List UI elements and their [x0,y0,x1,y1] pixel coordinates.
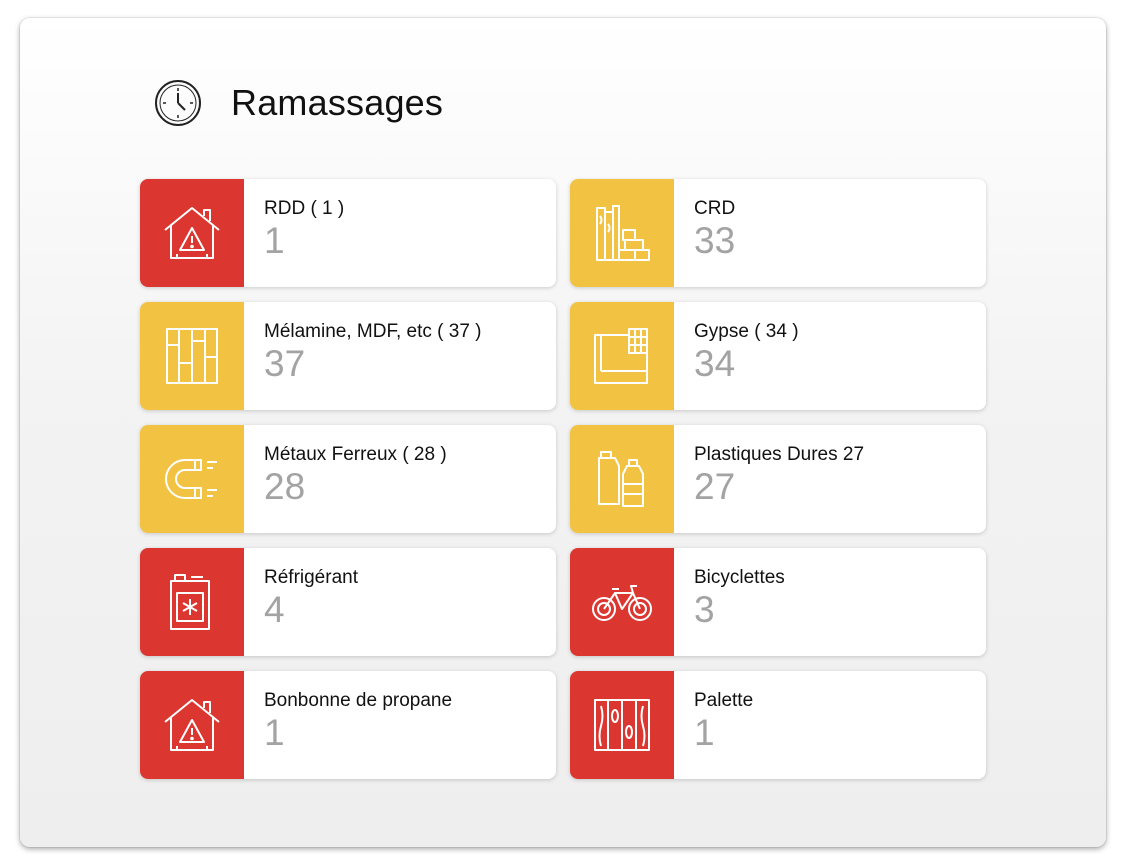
magnet-icon [165,459,217,499]
card-count: 37 [264,343,306,384]
card-crd[interactable]: CRD 33 [570,179,986,287]
wood-pallet-icon [594,699,650,751]
card-tile [140,302,244,410]
page-header: Ramassages [153,76,443,130]
card-tile [140,671,244,779]
page-title: Ramassages [231,82,444,123]
refrigerant-jerrycan-icon [170,574,210,630]
card-palette[interactable]: Palette 1 [570,671,986,779]
card-metaux-ferreux[interactable]: Métaux Ferreux ( 28 ) 28 [140,425,556,533]
card-tile [570,548,674,656]
card-count: 1 [264,220,285,261]
card-label: Métaux Ferreux ( 28 ) [264,444,447,465]
card-count: 3 [694,589,715,630]
pickups-panel: Ramassages RDD ( 1 ) 1 CRD 33 Mélamine, … [133,18,995,847]
plastic-bottles-icon [598,451,644,507]
bricks-wood-icon [596,205,650,261]
card-count: 1 [694,712,715,753]
card-plastiques-dures[interactable]: Plastiques Dures 27 27 [570,425,986,533]
card-label: Gypse ( 34 ) [694,321,799,342]
hazard-house-icon [164,207,220,259]
card-label: CRD [694,198,736,219]
card-label: RDD ( 1 ) [264,198,345,219]
pickup-grid: RDD ( 1 ) 1 CRD 33 Mélamine, MDF, etc (… [140,179,986,779]
card-count: 28 [264,466,306,507]
card-label: Mélamine, MDF, etc ( 37 ) [264,321,482,342]
card-melamine[interactable]: Mélamine, MDF, etc ( 37 ) 37 [140,302,556,410]
card-tile [570,671,674,779]
card-label: Bonbonne de propane [264,690,453,711]
card-tile [140,179,244,287]
drywall-icon [594,328,648,384]
card-label: Réfrigérant [264,567,358,588]
clock-icon [155,80,201,126]
card-count: 4 [264,589,285,630]
card-refrigerant[interactable]: Réfrigérant 4 [140,548,556,656]
card-tile [140,548,244,656]
card-gypse[interactable]: Gypse ( 34 ) 34 [570,302,986,410]
wood-panels-icon [166,328,218,384]
card-tile [570,425,674,533]
card-label: Plastiques Dures 27 [694,444,865,465]
app-window: Ramassages RDD ( 1 ) 1 CRD 33 Mélamine, … [20,18,1106,847]
card-tile [570,179,674,287]
card-tile [140,425,244,533]
card-bicyclettes[interactable]: Bicyclettes 3 [570,548,986,656]
card-count: 27 [694,466,736,507]
card-label: Palette [694,690,754,711]
card-label: Bicyclettes [694,567,785,588]
card-count: 34 [694,343,736,384]
card-tile [570,302,674,410]
card-count: 33 [694,220,736,261]
card-rdd[interactable]: RDD ( 1 ) 1 [140,179,556,287]
bicycle-icon [592,585,652,621]
card-bonbonne-propane[interactable]: Bonbonne de propane 1 [140,671,556,779]
card-count: 1 [264,712,285,753]
hazard-house-icon [164,699,220,751]
